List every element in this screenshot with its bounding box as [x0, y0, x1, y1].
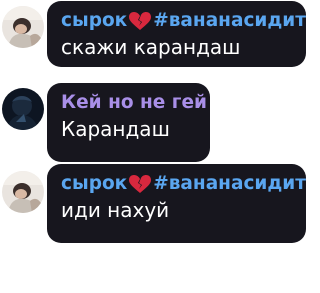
message-text: иди нахуй	[61, 198, 170, 222]
sender-name-part: сырок	[61, 10, 128, 31]
broken-heart-icon	[129, 11, 152, 31]
avatar-photo-icon	[2, 88, 44, 130]
avatar[interactable]	[2, 171, 44, 213]
avatar-photo-icon	[2, 6, 44, 48]
avatar[interactable]	[2, 88, 44, 130]
sender-tag: #вананасидите	[153, 10, 306, 31]
message-text: Карандаш	[61, 117, 170, 141]
broken-heart-icon	[129, 174, 152, 194]
chat-thread: сырок #вананасидите скажи карандаш Кей н…	[0, 0, 320, 293]
sender-name-part: сырок	[61, 173, 128, 194]
message-bubble[interactable]: сырок #вананасидите скажи карандаш	[47, 1, 306, 67]
avatar-photo-icon	[2, 171, 44, 213]
message-bubble[interactable]: сырок #вананасидите иди нахуй	[47, 164, 306, 243]
message-bubble[interactable]: Кей но не гей Карандаш	[47, 83, 210, 162]
sender-name[interactable]: Кей но не гей	[61, 91, 207, 115]
sender-name[interactable]: сырок #вананасидите	[61, 9, 306, 33]
sender-name[interactable]: сырок #вананасидите	[61, 172, 306, 196]
sender-tag: #вананасидите	[153, 173, 306, 194]
message-text: скажи карандаш	[61, 35, 241, 59]
avatar[interactable]	[2, 6, 44, 48]
